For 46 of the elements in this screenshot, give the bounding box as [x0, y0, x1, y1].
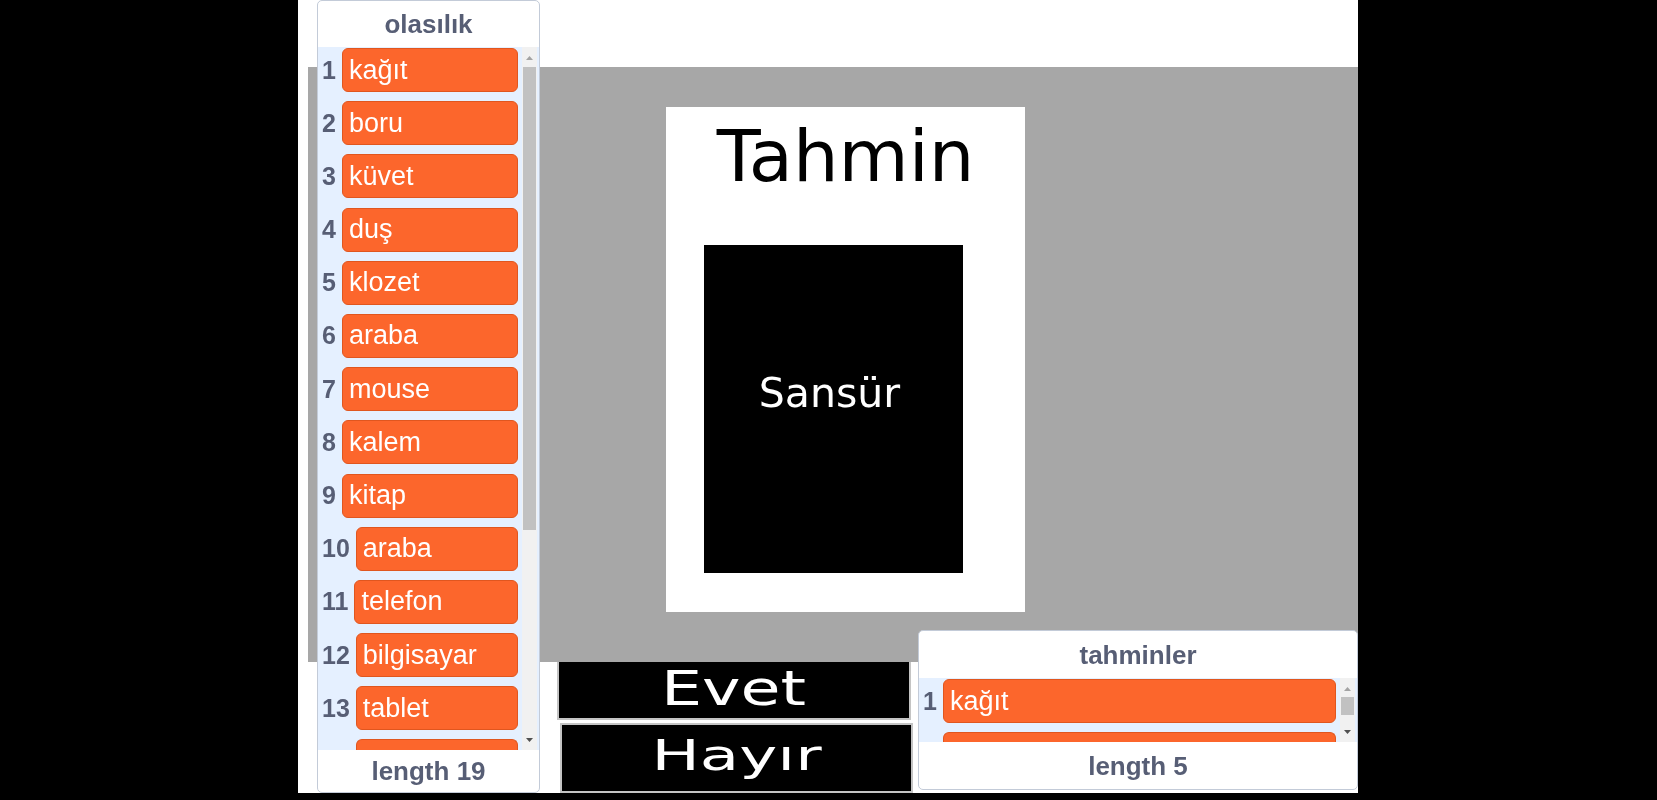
list-item[interactable]: telefon [354, 579, 518, 624]
scroll-down-arrow-icon[interactable] [526, 738, 533, 742]
scrollbar[interactable] [522, 47, 537, 750]
list-item[interactable]: araba [341, 313, 518, 358]
list-item-index: 1 [322, 57, 336, 83]
list-item[interactable]: küvet [341, 154, 518, 199]
list-item[interactable]: kitap [341, 473, 518, 518]
list-item-index: 10 [322, 536, 350, 562]
list-item[interactable] [942, 732, 1336, 742]
list-item-index: 1 [923, 688, 937, 714]
list-item-index: 6 [322, 323, 336, 349]
list-item-index: 5 [322, 270, 336, 296]
list-item-index: 4 [322, 217, 336, 243]
list-item-index: 8 [322, 429, 336, 455]
censor-label: Sansür [758, 373, 901, 414]
list-item[interactable]: klozet [341, 260, 518, 305]
scroll-down-arrow-icon[interactable] [1344, 730, 1351, 734]
answer-button[interactable]: Hayır [560, 723, 913, 793]
list-item[interactable]: boru [341, 101, 518, 146]
list-item-index: 2 [322, 110, 336, 136]
list-item[interactable]: araba [355, 526, 518, 571]
list-item[interactable]: kağıt [341, 48, 518, 92]
list-item[interactable]: duş [341, 207, 518, 252]
list-item[interactable]: tablet [355, 686, 518, 731]
list-item-index: 9 [322, 483, 336, 508]
list-item[interactable]: mouse [341, 367, 518, 412]
card-title: Tahmin [716, 119, 975, 192]
list-item[interactable] [355, 739, 518, 750]
list-item-index: 13 [322, 695, 350, 721]
scroll-up-arrow-icon[interactable] [1344, 687, 1351, 691]
list-item[interactable]: bilgisayar [355, 633, 518, 678]
list-title: tahminler [1079, 641, 1197, 668]
list-item[interactable]: kağıt [942, 679, 1336, 723]
list-item-index: 7 [322, 376, 336, 402]
scrollbar-thumb[interactable] [1341, 697, 1354, 715]
list-item-index: 3 [322, 163, 336, 189]
list-title: olasılık [384, 11, 473, 37]
list-item-index: 12 [322, 642, 350, 668]
list-length: length 5 [1088, 752, 1188, 779]
list-length: length 19 [371, 758, 486, 784]
list-item[interactable]: kalem [341, 420, 518, 465]
scrollbar-thumb[interactable] [523, 67, 536, 530]
scroll-up-arrow-icon[interactable] [526, 56, 533, 60]
answer-button[interactable]: Evet [557, 662, 911, 720]
list-item-index: 11 [322, 589, 349, 615]
scrollbar[interactable] [1340, 678, 1355, 742]
